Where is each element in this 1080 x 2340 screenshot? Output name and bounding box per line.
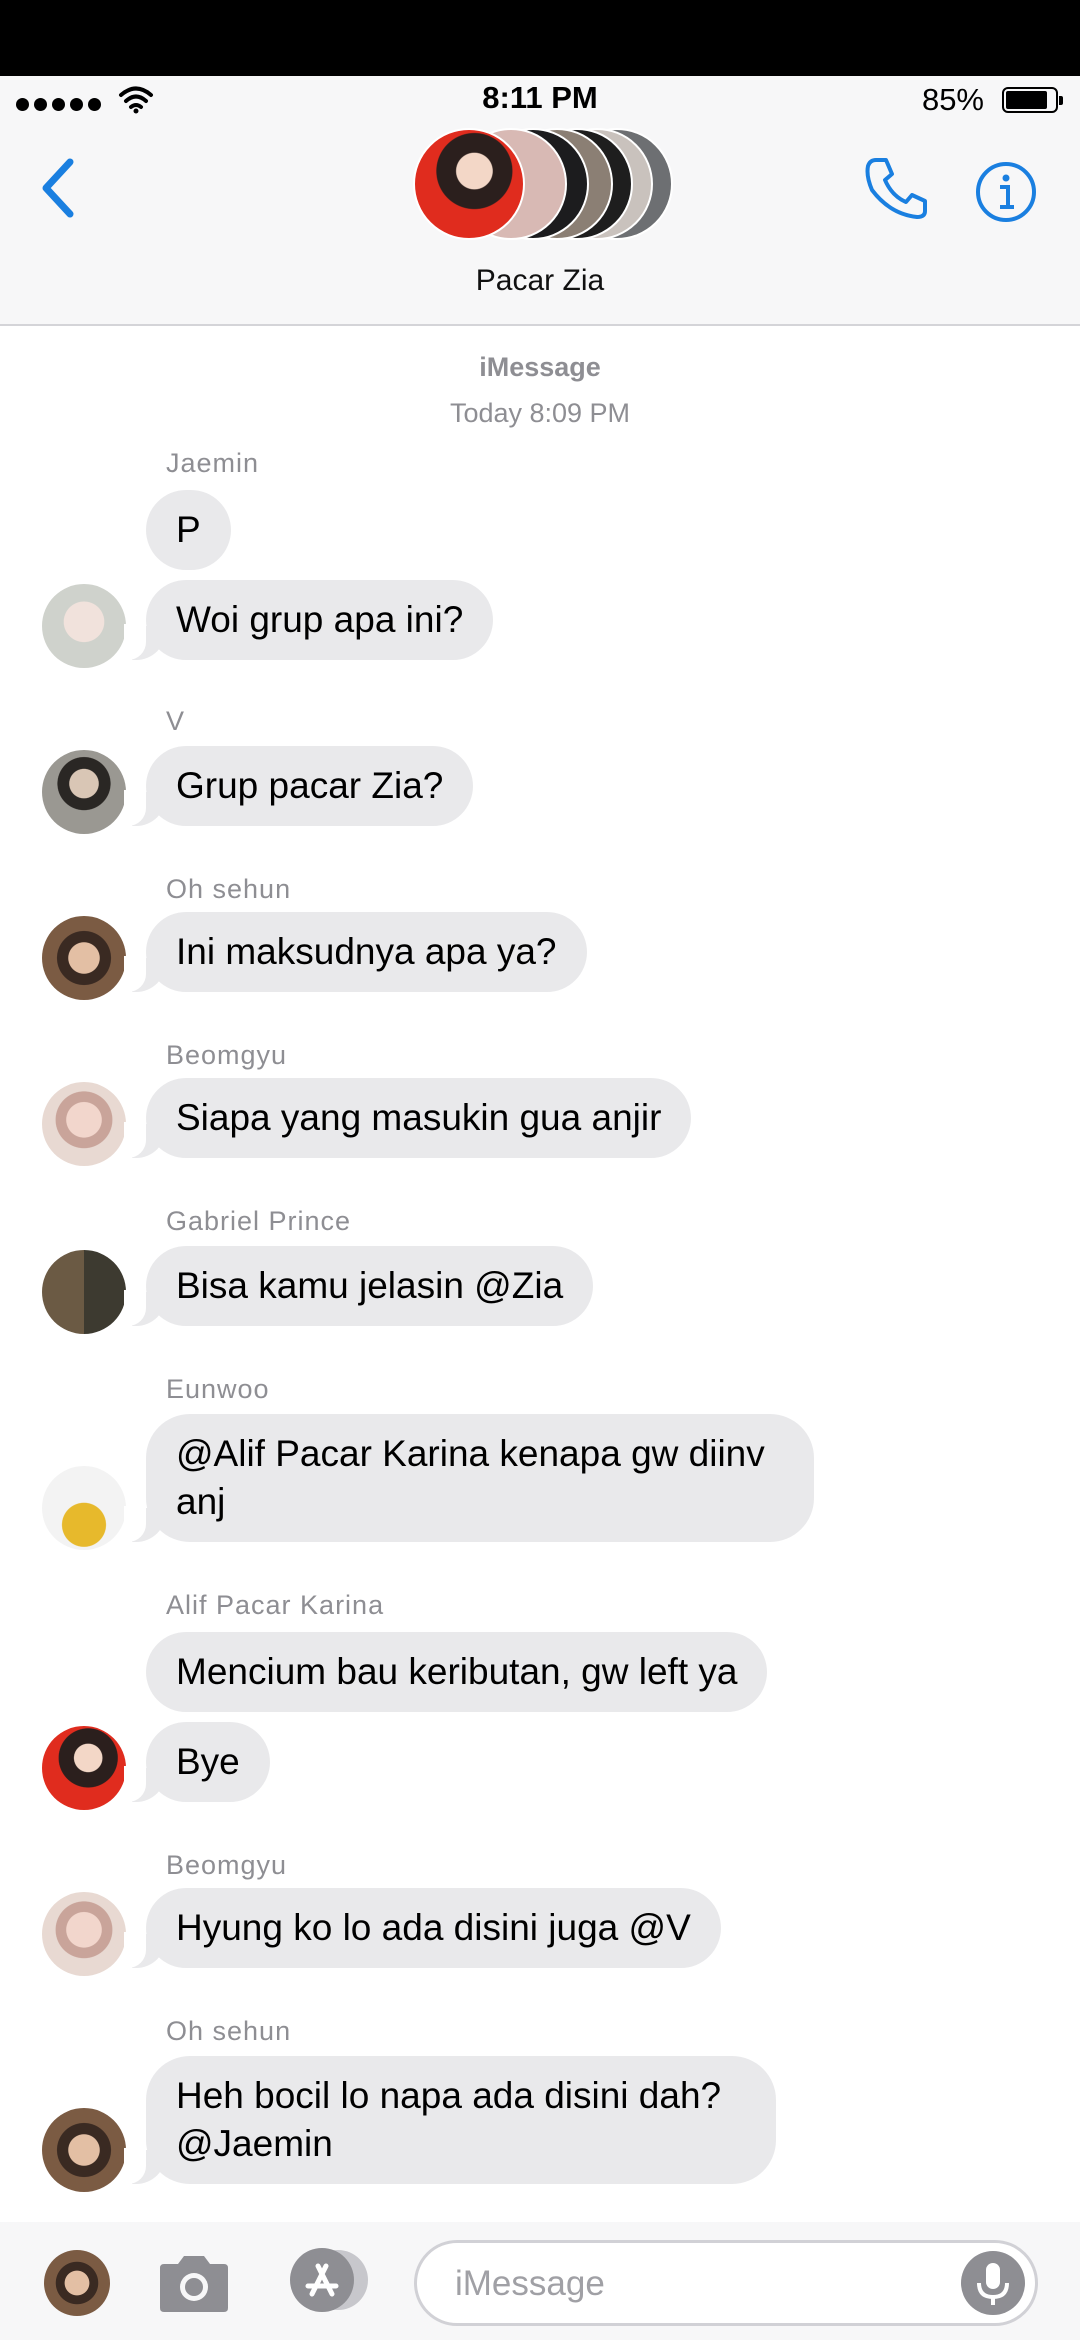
compose-bar <box>0 2222 1080 2340</box>
sender-name: Beomgyu <box>166 1850 288 1880</box>
message-bubble[interactable]: Heh bocil lo napa ada disini dah? @Jaemi… <box>124 2056 776 2184</box>
message-bubble[interactable]: @Alif Pacar Karina kenapa gw diinv anj <box>124 1414 814 1542</box>
avatar <box>413 128 525 240</box>
avatar[interactable] <box>44 2250 110 2316</box>
conversation-header: Pacar Zia <box>0 126 1080 326</box>
thread-timestamp: Today 8:09 PM <box>449 398 631 428</box>
sender-name: Alif Pacar Karina <box>166 1590 385 1620</box>
message-input-field[interactable] <box>453 2257 937 2311</box>
message-bubble[interactable]: Bisa kamu jelasin @Zia <box>123 1246 594 1326</box>
service-label: iMessage <box>479 352 601 382</box>
battery-icon <box>1002 87 1063 113</box>
message-thread[interactable]: iMessage Today 8:09 PM Jaemin P Woi grup… <box>0 326 1080 2220</box>
sender-name: Beomgyu <box>166 1040 288 1070</box>
sender-name: Oh sehun <box>166 2016 292 2046</box>
appstore-icon[interactable] <box>282 2246 372 2314</box>
back-chevron-icon[interactable] <box>36 156 80 220</box>
message-bubble[interactable]: Woi grup apa ini? <box>123 580 494 660</box>
top-black-bar <box>0 0 1080 76</box>
avatar[interactable] <box>42 584 126 668</box>
message-bubble[interactable]: Bye <box>124 1722 270 1802</box>
sender-name: Oh sehun <box>166 874 292 904</box>
avatar[interactable] <box>42 1892 126 1976</box>
message-bubble[interactable]: Mencium bau keributan, gw left ya <box>146 1632 768 1712</box>
status-time: 8:11 PM <box>482 80 598 115</box>
sender-name: V <box>166 706 186 736</box>
message-bubble[interactable]: Ini maksudnya apa ya? <box>124 912 587 992</box>
avatar[interactable] <box>42 2108 126 2192</box>
status-bar: 8:11 PM 85% <box>0 76 1080 126</box>
camera-icon[interactable] <box>154 2252 234 2316</box>
phone-icon[interactable] <box>862 154 930 222</box>
avatar[interactable] <box>42 1250 126 1334</box>
message-input[interactable] <box>414 2240 1038 2326</box>
avatar[interactable] <box>42 1466 126 1550</box>
sender-name: Gabriel Prince <box>166 1206 352 1236</box>
message-bubble[interactable]: Siapa yang masukin gua anjir <box>123 1078 692 1158</box>
group-name[interactable]: Pacar Zia <box>0 264 1080 298</box>
microphone-icon[interactable] <box>961 2251 1025 2315</box>
message-bubble[interactable]: Grup pacar Zia? <box>123 746 474 826</box>
avatar[interactable] <box>42 916 126 1000</box>
sender-name: Jaemin <box>166 448 260 478</box>
group-avatar-stack[interactable] <box>413 128 673 244</box>
message-bubble[interactable]: Hyung ko lo ada disini juga @V <box>124 1888 721 1968</box>
sender-name: Eunwoo <box>166 1374 270 1404</box>
avatar[interactable] <box>42 1082 126 1166</box>
info-icon[interactable] <box>974 160 1038 224</box>
battery-percentage: 85% <box>921 82 984 117</box>
avatar[interactable] <box>42 750 126 834</box>
avatar[interactable] <box>42 1726 126 1810</box>
message-bubble[interactable]: P <box>146 490 231 570</box>
